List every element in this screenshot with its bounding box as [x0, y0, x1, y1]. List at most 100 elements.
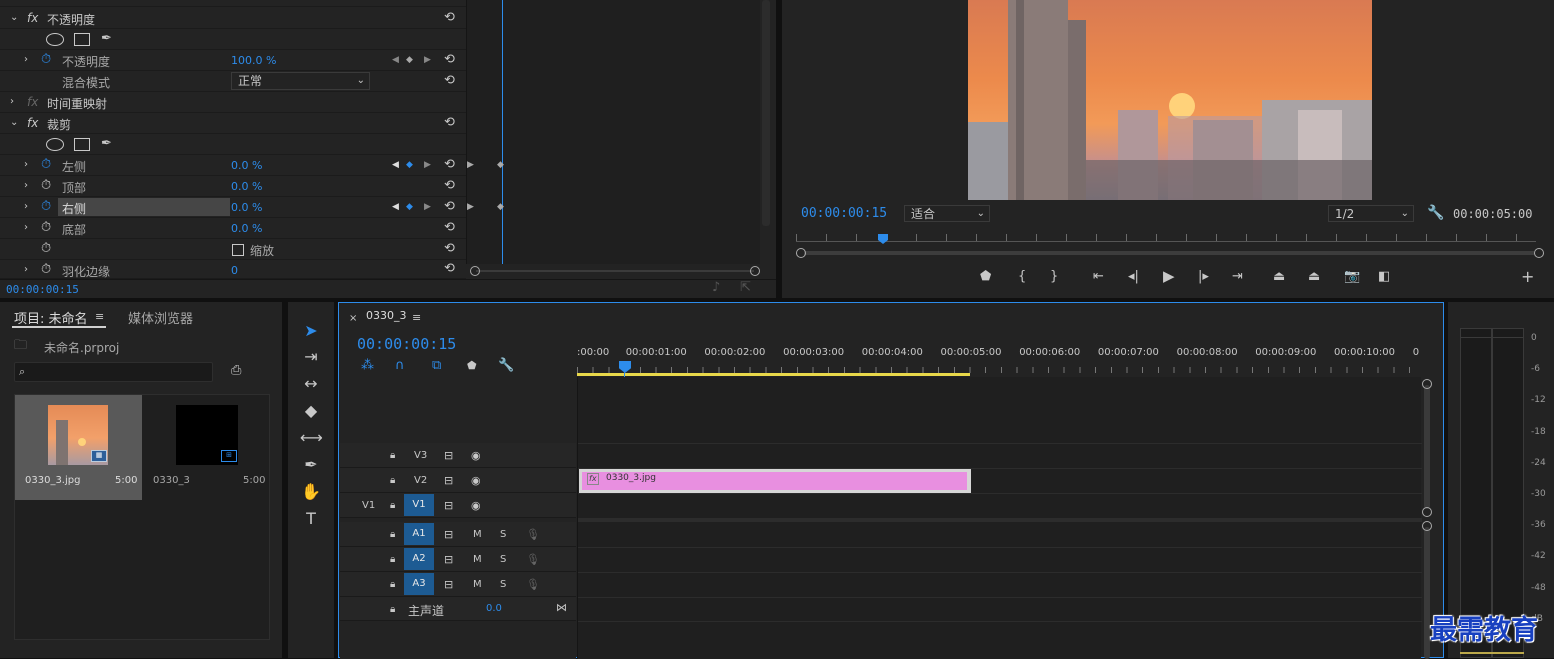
sync-lock-icon[interactable]: ⊟ [444, 578, 453, 592]
eye-icon[interactable]: ◉ [471, 499, 481, 513]
resolution-select[interactable]: 1/2 ⌄ [1328, 205, 1414, 222]
reset-icon[interactable]: ⟲ [444, 73, 460, 89]
camera-icon[interactable]: 📷 [1344, 270, 1360, 284]
go-to-out-icon[interactable]: ⇥ [1232, 270, 1243, 284]
mark-in-icon[interactable]: { [1018, 270, 1026, 284]
hand-tool-icon[interactable]: ✋ [300, 481, 322, 503]
feather-value[interactable]: 0 [231, 264, 238, 277]
timeline-vscroll-video[interactable] [1421, 379, 1433, 517]
prev-keyframe-icon[interactable]: ◀ [392, 160, 399, 170]
rectangle-mask-icon[interactable] [74, 138, 90, 151]
stopwatch-icon[interactable]: ⏱ [41, 200, 51, 214]
chevron-right-icon[interactable]: › [24, 263, 28, 277]
keyframe-marker-icon[interactable]: ▶ [467, 160, 474, 170]
ellipse-mask-icon[interactable] [46, 33, 64, 46]
export-icon[interactable]: ⇱ [740, 281, 751, 295]
master-value[interactable]: 0.0 [486, 603, 502, 614]
scroll-handle-right[interactable] [1534, 248, 1544, 258]
eye-icon[interactable]: ◉ [471, 474, 481, 488]
work-area-bar[interactable] [577, 373, 970, 376]
reset-icon[interactable]: ⟲ [444, 241, 460, 257]
sync-lock-icon[interactable]: ⊟ [444, 499, 453, 513]
chevron-right-icon[interactable]: › [24, 200, 28, 214]
microphone-icon[interactable]: 🎙︎ [526, 553, 540, 567]
scroll-handle-left[interactable] [470, 266, 480, 276]
add-marker-icon[interactable]: ⬟ [467, 359, 477, 373]
reset-icon[interactable]: ⟲ [444, 261, 460, 277]
sync-lock-icon[interactable]: ⊟ [444, 528, 453, 542]
program-playhead[interactable] [878, 234, 888, 244]
effect-keyframe-area[interactable] [466, 0, 760, 264]
nest-icon[interactable]: ⁂ [361, 359, 374, 373]
effect-vertical-scrollbar[interactable] [762, 0, 770, 226]
microphone-icon[interactable]: 🎙︎ [526, 528, 540, 542]
lock-icon[interactable]: 🔒︎ [390, 449, 395, 463]
stopwatch-icon[interactable]: ⏱ [41, 221, 51, 235]
next-keyframe-icon[interactable]: ▶ [424, 55, 431, 65]
chevron-down-icon[interactable]: ⌄ [10, 11, 18, 25]
panel-menu-icon[interactable]: ≡ [412, 311, 421, 325]
add-marker-icon[interactable]: ⬟ [980, 270, 991, 284]
reset-icon[interactable]: ⟲ [444, 157, 460, 173]
eye-icon[interactable]: ◉ [471, 449, 481, 463]
search-input[interactable]: ⌕ [14, 362, 213, 382]
find-icon[interactable]: ⎙ [231, 364, 241, 378]
scroll-handle-right[interactable] [750, 266, 760, 276]
lock-icon[interactable]: 🔒︎ [390, 499, 395, 513]
scroll-handle-bottom[interactable] [1422, 507, 1432, 517]
mute-button[interactable]: M [473, 554, 482, 565]
go-to-in-icon[interactable]: ⇤ [1093, 270, 1104, 284]
crop-right-value[interactable]: 0.0 % [231, 201, 262, 214]
step-forward-icon[interactable]: |▸ [1198, 270, 1209, 284]
scroll-handle-top[interactable] [1422, 379, 1432, 389]
track-target-v1[interactable]: V1 [404, 494, 434, 516]
blend-mode-select[interactable]: 正常 ⌄ [231, 72, 370, 90]
panel-menu-icon[interactable]: ≡ [95, 310, 104, 324]
step-back-icon[interactable]: ◂| [1128, 270, 1139, 284]
reset-icon[interactable]: ⟲ [444, 10, 460, 26]
fx-badge[interactable]: fx [27, 116, 38, 130]
lock-icon[interactable]: 🔒︎ [390, 528, 395, 542]
crop-section-row[interactable]: ⌄ fx 裁剪 ⟲ [0, 113, 466, 134]
slip-tool-icon[interactable]: ⟷ [300, 427, 323, 449]
clip-fx-badge[interactable]: fx [587, 473, 599, 485]
sync-lock-icon[interactable]: ⊟ [444, 553, 453, 567]
mute-button[interactable]: M [473, 529, 482, 540]
crop-bottom-value[interactable]: 0.0 % [231, 222, 262, 235]
close-icon[interactable]: × [349, 312, 357, 326]
next-keyframe-icon[interactable]: ▶ [424, 202, 431, 212]
crop-left-value[interactable]: 0.0 % [231, 159, 262, 172]
wrench-icon[interactable]: 🔧 [498, 359, 514, 373]
pen-mask-icon[interactable]: ✒ [101, 32, 112, 46]
reset-icon[interactable]: ⟲ [444, 178, 460, 194]
chevron-down-icon[interactable]: ⌄ [10, 116, 18, 130]
add-button-icon[interactable]: + [1521, 269, 1534, 285]
program-timecode[interactable]: 00:00:00:15 [801, 206, 887, 221]
add-keyframe-icon[interactable]: ◆ [406, 55, 413, 65]
fit-select[interactable]: 适合 ⌄ [904, 205, 990, 222]
extract-icon[interactable]: ⏏ [1308, 270, 1320, 284]
crop-top-value[interactable]: 0.0 % [231, 180, 262, 193]
prev-keyframe-icon[interactable]: ◀ [392, 202, 399, 212]
add-keyframe-icon[interactable]: ◆ [406, 160, 413, 170]
stopwatch-icon[interactable]: ⏱ [41, 242, 51, 256]
sync-lock-icon[interactable]: ⊟ [444, 474, 453, 488]
pen-tool-icon[interactable]: ✒ [300, 454, 322, 476]
audio-scrub-icon[interactable]: ♪ [712, 281, 720, 295]
chevron-right-icon[interactable]: › [24, 221, 28, 235]
linked-selection-icon[interactable]: ⧉ [432, 359, 441, 373]
lock-icon[interactable]: 🔒︎ [390, 553, 395, 567]
reset-icon[interactable]: ⟲ [444, 115, 460, 131]
selection-tool-icon[interactable]: ➤ [300, 320, 322, 342]
solo-button[interactable]: S [500, 554, 506, 565]
razor-tool-icon[interactable]: ◆ [300, 400, 322, 422]
scroll-handle-left[interactable] [796, 248, 806, 258]
prev-keyframe-icon[interactable]: ◀ [392, 55, 399, 65]
reset-icon[interactable]: ⟲ [444, 199, 460, 215]
effect-keyframe-scrollbar[interactable] [470, 266, 760, 276]
play-icon[interactable]: ▶ [1163, 269, 1175, 284]
track-content-area[interactable]: fx 0330_3.jpg [577, 377, 1422, 659]
add-keyframe-icon[interactable]: ◆ [406, 202, 413, 212]
mark-out-icon[interactable]: } [1050, 270, 1058, 284]
keyframe-diamond-icon[interactable]: ◆ [497, 202, 504, 212]
